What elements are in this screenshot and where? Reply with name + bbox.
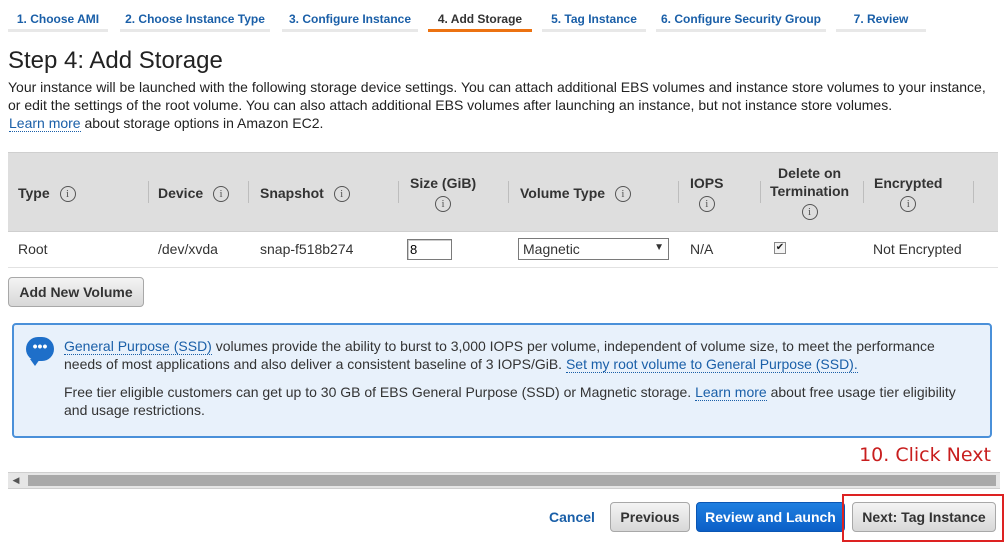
info-icon[interactable]: i	[435, 195, 452, 212]
col-delete-line2: Termination	[770, 183, 850, 199]
table-header: Type i Device i Snapshot i Size (GiB) i …	[8, 152, 998, 232]
col-volume-type-label: Volume Type	[520, 185, 606, 201]
step-configure-instance[interactable]: 3. Configure Instance	[282, 10, 418, 32]
col-device: Device i	[158, 184, 230, 203]
size-input[interactable]	[407, 239, 452, 260]
free-tier-learn-more-link[interactable]: Learn more	[695, 384, 767, 401]
col-size: Size (GiB) i	[410, 174, 476, 212]
general-purpose-ssd-link[interactable]: General Purpose (SSD)	[64, 338, 212, 355]
step-choose-ami[interactable]: 1. Choose AMI	[8, 10, 108, 32]
step-add-storage[interactable]: 4. Add Storage	[428, 10, 532, 32]
wizard-steps: 1. Choose AMI 2. Choose Instance Type 3.…	[0, 0, 1008, 36]
col-snapshot: Snapshot i	[260, 184, 350, 203]
col-encrypted-label: Encrypted	[874, 175, 943, 191]
cell-device: /dev/xvda	[158, 241, 218, 257]
step-configure-security-group[interactable]: 6. Configure Security Group	[656, 10, 826, 32]
banner-text-2: Free tier eligible customers can get up …	[64, 384, 692, 400]
scroll-thumb[interactable]	[28, 475, 996, 486]
col-snapshot-label: Snapshot	[260, 185, 324, 201]
cell-encrypted: Not Encrypted	[873, 241, 962, 257]
set-root-volume-link[interactable]: Set my root volume to General Purpose (S…	[565, 356, 858, 373]
col-type-label: Type	[18, 185, 50, 201]
cancel-button[interactable]: Cancel	[549, 509, 595, 525]
col-size-label: Size (GiB)	[410, 175, 477, 191]
step-choose-instance-type[interactable]: 2. Choose Instance Type	[120, 10, 270, 32]
volume-type-select[interactable]: Magnetic ▼	[518, 238, 669, 260]
column-divider	[248, 181, 249, 203]
step-review[interactable]: 7. Review	[836, 10, 926, 32]
info-icon[interactable]: i	[614, 186, 631, 203]
cell-type: Root	[18, 241, 48, 257]
column-divider	[508, 181, 509, 203]
info-icon[interactable]: i	[333, 186, 350, 203]
banner-paragraph-2: Free tier eligible customers can get up …	[64, 383, 974, 419]
col-type: Type i	[18, 184, 76, 203]
col-iops: IOPS i	[690, 174, 723, 212]
cell-iops: N/A	[690, 241, 714, 257]
col-delete-on-termination: Delete on Termination i	[770, 164, 849, 220]
intro-text: Your instance will be launched with the …	[8, 78, 998, 132]
info-icon[interactable]: i	[801, 203, 818, 220]
review-and-launch-button[interactable]: Review and Launch	[696, 502, 845, 532]
dropdown-arrow-icon: ▼	[654, 242, 664, 253]
col-encrypted: Encrypted i	[874, 174, 942, 212]
column-divider	[863, 181, 864, 203]
horizontal-scrollbar[interactable]: ◀	[8, 472, 1000, 489]
col-device-label: Device	[158, 185, 204, 201]
info-icon[interactable]: i	[213, 186, 230, 203]
column-divider	[973, 181, 974, 203]
cell-snapshot: snap-f518b274	[260, 241, 354, 257]
scroll-left-icon[interactable]: ◀	[8, 473, 24, 488]
column-divider	[398, 181, 399, 203]
info-icon[interactable]: i	[698, 195, 715, 212]
info-icon[interactable]: i	[900, 195, 917, 212]
col-iops-label: IOPS	[690, 175, 724, 191]
learn-more-link[interactable]: Learn more	[9, 115, 81, 132]
info-icon[interactable]: i	[59, 186, 76, 203]
click-next-annotation: 10. Click Next	[850, 440, 1000, 470]
ssd-info-banner: ••• General Purpose (SSD) volumes provid…	[12, 323, 992, 438]
page-title: Step 4: Add Storage	[8, 47, 223, 74]
column-divider	[148, 181, 149, 203]
delete-on-termination-checkbox[interactable]: ✔	[774, 242, 786, 254]
volume-type-value: Magnetic	[523, 241, 580, 257]
banner-paragraph-1: General Purpose (SSD) volumes provide th…	[64, 337, 974, 373]
col-volume-type: Volume Type i	[520, 184, 631, 203]
intro-suffix: about storage options in Amazon EC2.	[84, 115, 324, 131]
table-row: Root /dev/xvda snap-f518b274 Magnetic ▼ …	[8, 232, 998, 268]
col-delete-line1: Delete on	[778, 165, 842, 181]
add-new-volume-button[interactable]: Add New Volume	[8, 277, 144, 307]
previous-button[interactable]: Previous	[610, 502, 690, 532]
column-divider	[760, 181, 761, 203]
step-tag-instance[interactable]: 5. Tag Instance	[542, 10, 646, 32]
intro-paragraph: Your instance will be launched with the …	[8, 79, 986, 113]
next-tag-instance-button[interactable]: Next: Tag Instance	[852, 502, 996, 532]
column-divider	[678, 181, 679, 203]
speech-bubble-icon: •••	[26, 337, 54, 366]
storage-table: Type i Device i Snapshot i Size (GiB) i …	[8, 152, 998, 268]
